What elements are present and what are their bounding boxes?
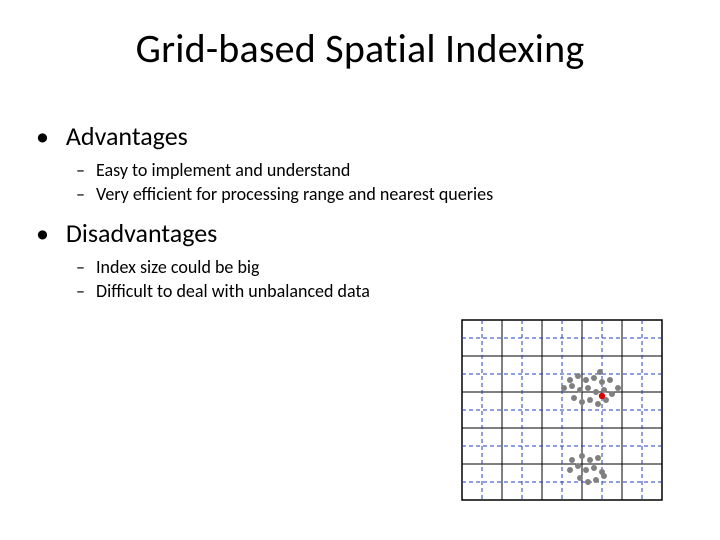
list-item: Very efficient for processing range and …: [96, 182, 680, 206]
list-item: Difficult to deal with unbalanced data: [96, 279, 680, 303]
list-item: Easy to implement and understand: [96, 158, 680, 182]
slide-title: Grid-based Spatial Indexing: [0, 24, 720, 73]
heading-text: Disadvantages: [66, 217, 217, 249]
list-item: Index size could be big: [96, 255, 680, 279]
heading-text: Advantages: [66, 120, 188, 152]
section-heading-disadvantages: Disadvantages Index size could be big Di…: [40, 217, 680, 304]
slide-body: Advantages Easy to implement and underst…: [40, 120, 680, 313]
grid-diagram: [452, 310, 672, 510]
section-heading-advantages: Advantages Easy to implement and underst…: [40, 120, 680, 207]
